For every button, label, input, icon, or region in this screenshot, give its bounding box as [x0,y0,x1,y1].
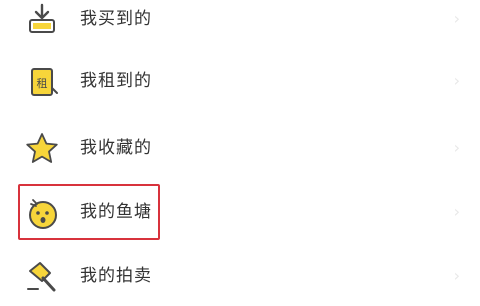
menu-item-fishpond[interactable]: 我的鱼塘 › [0,182,480,242]
menu-item-label: 我收藏的 [80,138,152,158]
menu-item-label: 我买到的 [80,9,152,29]
menu-item-label: 我的鱼塘 [80,202,152,222]
bought-download-icon [24,2,60,38]
star-icon [24,131,60,167]
fishpond-face-icon [24,195,60,231]
menu-item-bought[interactable]: 我买到的 › [0,0,480,49]
rent-tag-icon: 租 [24,64,60,100]
menu-item-rented[interactable]: 租 我租到的 › [0,51,480,111]
auction-hammer-icon [24,259,60,295]
menu-item-auction[interactable]: 我的拍卖 › [0,246,480,306]
menu-item-label: 我的拍卖 [80,266,152,286]
menu-item-favorites[interactable]: 我收藏的 › [0,118,480,178]
chevron-right-icon: › [453,9,460,28]
chevron-right-icon: › [453,266,460,285]
chevron-right-icon: › [453,71,460,90]
chevron-right-icon: › [453,202,460,221]
menu-item-label: 我租到的 [80,71,152,91]
menu-list: 我买到的 › 租 我租到的 › 我收藏的 › 我的鱼塘 › 我的拍卖 › [0,0,480,300]
rent-tag-text: 租 [37,77,48,90]
chevron-right-icon: › [453,138,460,157]
